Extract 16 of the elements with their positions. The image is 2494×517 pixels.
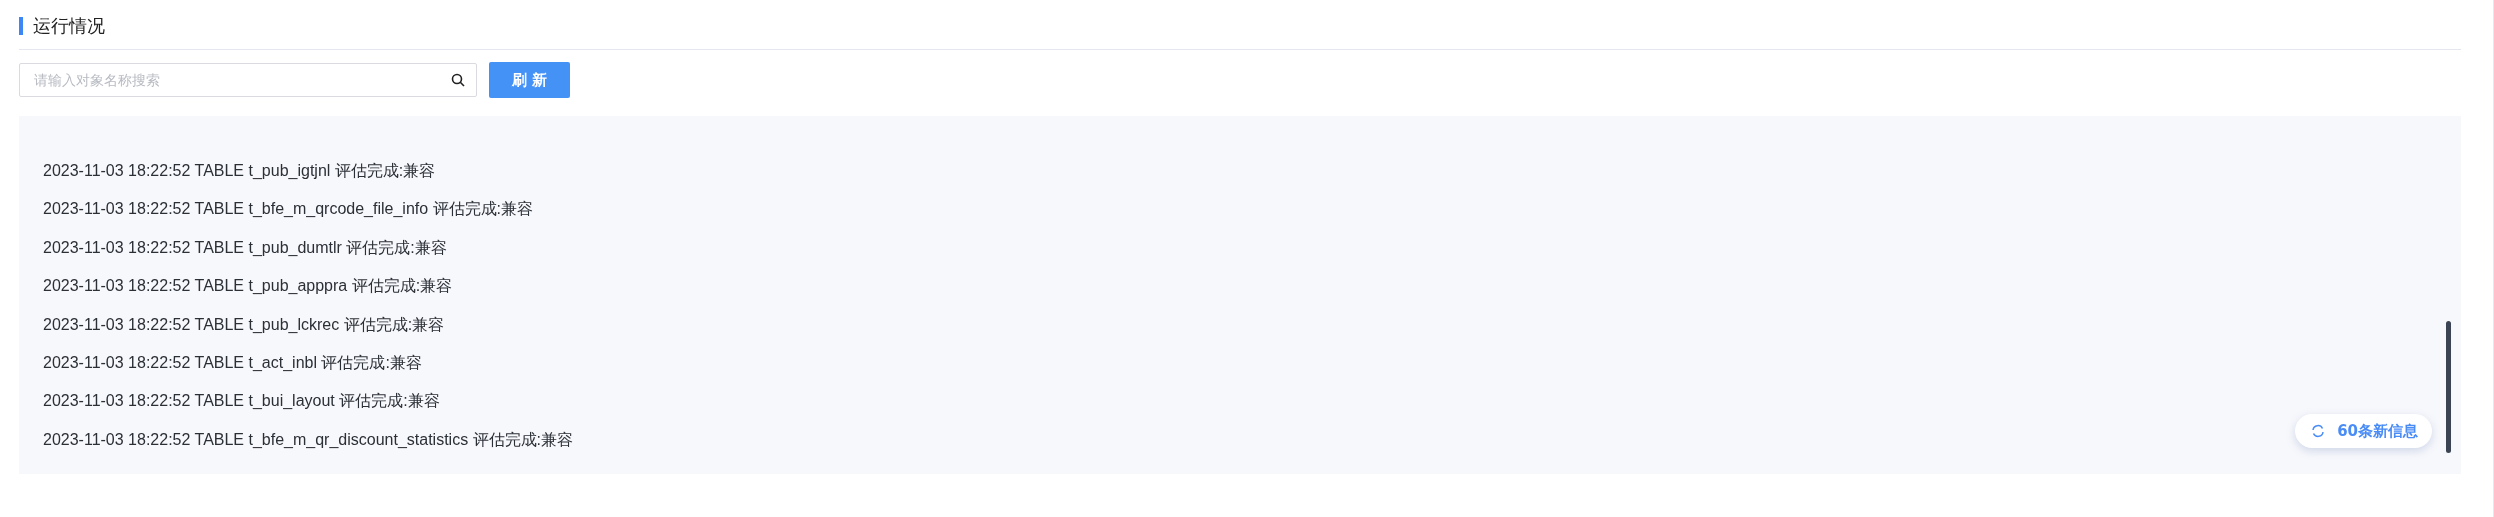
log-line: 2023-11-03 18:22:52 TABLE t_act_inbl 评估完成:兼容 bbox=[43, 352, 422, 373]
refresh-button[interactable]: 刷 新 bbox=[489, 62, 570, 98]
refresh-icon bbox=[2311, 424, 2326, 438]
title-accent-bar bbox=[19, 17, 23, 35]
section-title: 运行情况 bbox=[33, 14, 105, 38]
log-line: 2023-11-03 18:22:52 TABLE t_pub_igtjnl 评估完成:兼容 bbox=[43, 161, 436, 181]
search-icon[interactable] bbox=[451, 73, 465, 87]
scrollbar-thumb[interactable] bbox=[2446, 321, 2451, 453]
log-line: 2023-11-03 18:22:52 TABLE t_pub_lckrec 评估完成:兼容 bbox=[43, 314, 445, 335]
log-line: 2023-11-03 18:22:52 TABLE t_bfe_m_qrcode_file_info 评估完成:兼容 bbox=[43, 199, 534, 220]
log-line: 2023-11-03 18:22:52 TABLE t_bui_layout 评估完成:兼容 bbox=[43, 391, 440, 412]
new-messages-button[interactable]: 60条新信息 bbox=[2295, 414, 2432, 448]
log-line: 2023-11-03 18:22:52 TABLE t_pub_dumtlr 评估完成:兼容 bbox=[43, 237, 447, 258]
log-line: 2023-11-03 18:22:52 TABLE t_pub_apppra 评估完成:兼容 bbox=[43, 276, 453, 297]
log-line: 2023-11-03 18:22:52 TABLE t_bfe_m_qr_discount_statistics 评估完成:兼容 bbox=[43, 429, 574, 450]
search-field[interactable]: 请输入对象名称搜索 bbox=[19, 63, 477, 97]
